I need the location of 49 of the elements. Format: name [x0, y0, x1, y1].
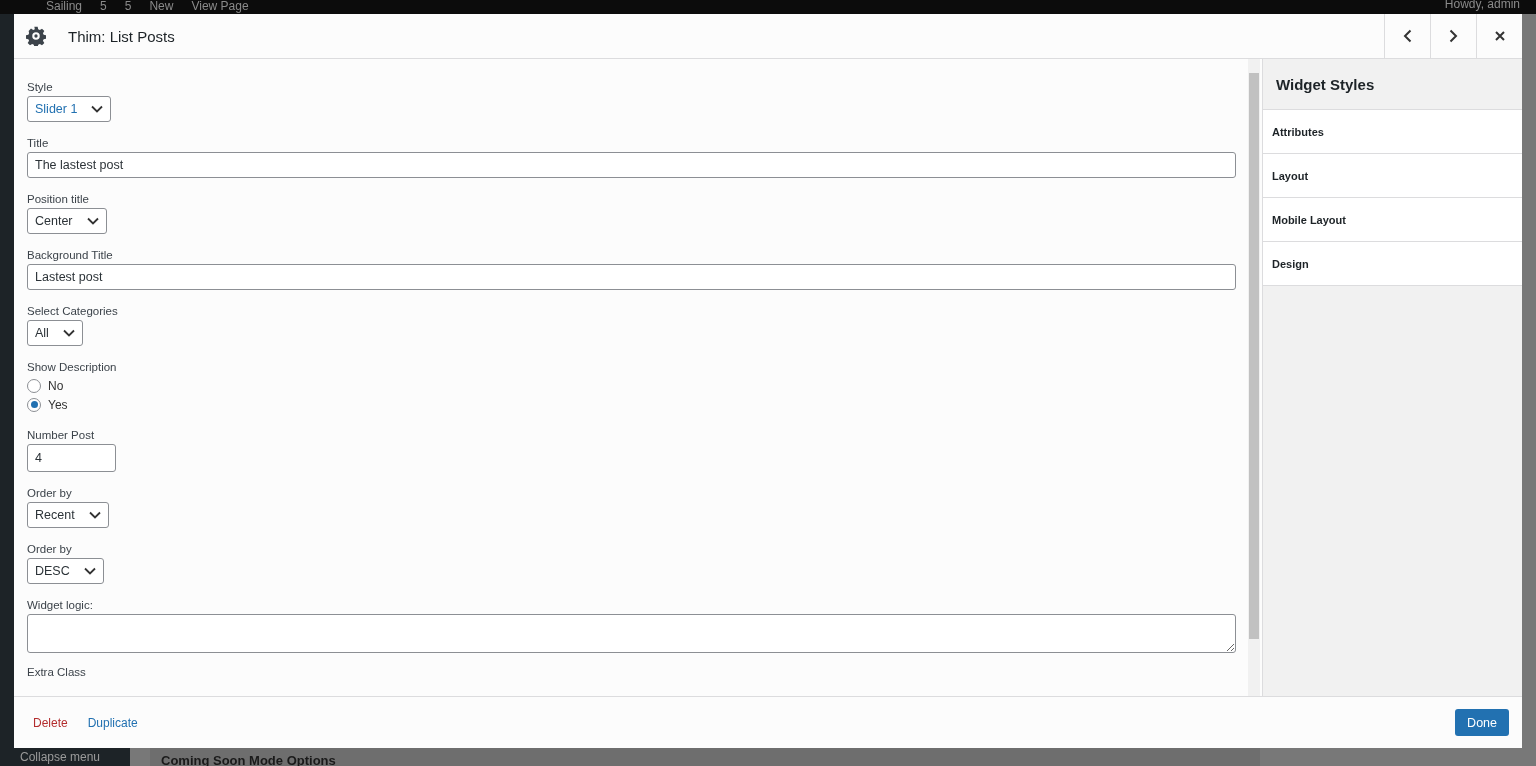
radio-label: No: [48, 378, 64, 393]
delete-link[interactable]: Delete: [33, 715, 68, 730]
field-label: Background Title: [27, 249, 114, 261]
admin-bar-item[interactable]: 5: [124, 0, 132, 12]
text-field[interactable]: The lastest post: [27, 152, 1236, 178]
account-link[interactable]: Howdy, admin: [1444, 0, 1520, 10]
number-field[interactable]: 4: [27, 444, 116, 472]
collapse-menu-link[interactable]: Collapse menu: [20, 750, 101, 764]
field-label: Position title: [27, 193, 90, 205]
chevron-down-icon: [62, 329, 75, 337]
radio-label: Yes: [48, 397, 68, 412]
radio-button[interactable]: [27, 397, 41, 412]
select-dropdown[interactable]: Recent: [27, 502, 109, 528]
field-label: Show Description: [27, 361, 118, 373]
chevron-left-icon: [1403, 29, 1412, 43]
close-icon: [1494, 31, 1505, 41]
admin-bar-item[interactable]: View Page: [191, 0, 249, 12]
field-label: Title: [27, 137, 50, 149]
select-dropdown[interactable]: Center: [27, 208, 107, 234]
done-button[interactable]: Done: [1455, 709, 1509, 736]
dialog-title: Thim: List Posts: [68, 27, 176, 45]
chevron-down-icon: [91, 105, 104, 113]
admin-bar-item[interactable]: 5: [100, 0, 107, 12]
select-dropdown[interactable]: Slider 1: [27, 96, 112, 122]
field-label: Order by: [27, 487, 73, 499]
field-label: Select Categories: [27, 305, 119, 317]
chevron-down-icon: [88, 511, 101, 519]
section-tab[interactable]: Attributes: [1263, 110, 1522, 154]
select-dropdown[interactable]: DESC: [27, 558, 104, 584]
chevron-down-icon: [86, 217, 99, 225]
chevron-right-icon: [1449, 29, 1458, 43]
text-field[interactable]: Lastest post: [27, 264, 1236, 290]
section-tab[interactable]: Layout: [1263, 154, 1522, 198]
scrollbar[interactable]: [1248, 59, 1260, 696]
field-label: Widget logic:: [27, 599, 94, 611]
textarea-field[interactable]: [27, 614, 1236, 653]
radio-button[interactable]: [27, 378, 41, 393]
section-tab[interactable]: Mobile Layout: [1263, 198, 1522, 242]
chevron-down-icon: [83, 567, 96, 575]
admin-bar-item[interactable]: Sailing: [46, 0, 83, 12]
settings-icon: [26, 26, 46, 46]
admin-bar-item[interactable]: New: [149, 0, 174, 12]
field-label: Style: [27, 81, 54, 93]
field-label: Number Post: [27, 429, 96, 441]
select-dropdown[interactable]: All: [27, 320, 83, 346]
duplicate-link[interactable]: Duplicate: [87, 715, 138, 730]
field-label: Order by: [27, 543, 73, 555]
field-label: Extra Class: [27, 666, 87, 678]
section-tab[interactable]: Design: [1263, 242, 1522, 286]
